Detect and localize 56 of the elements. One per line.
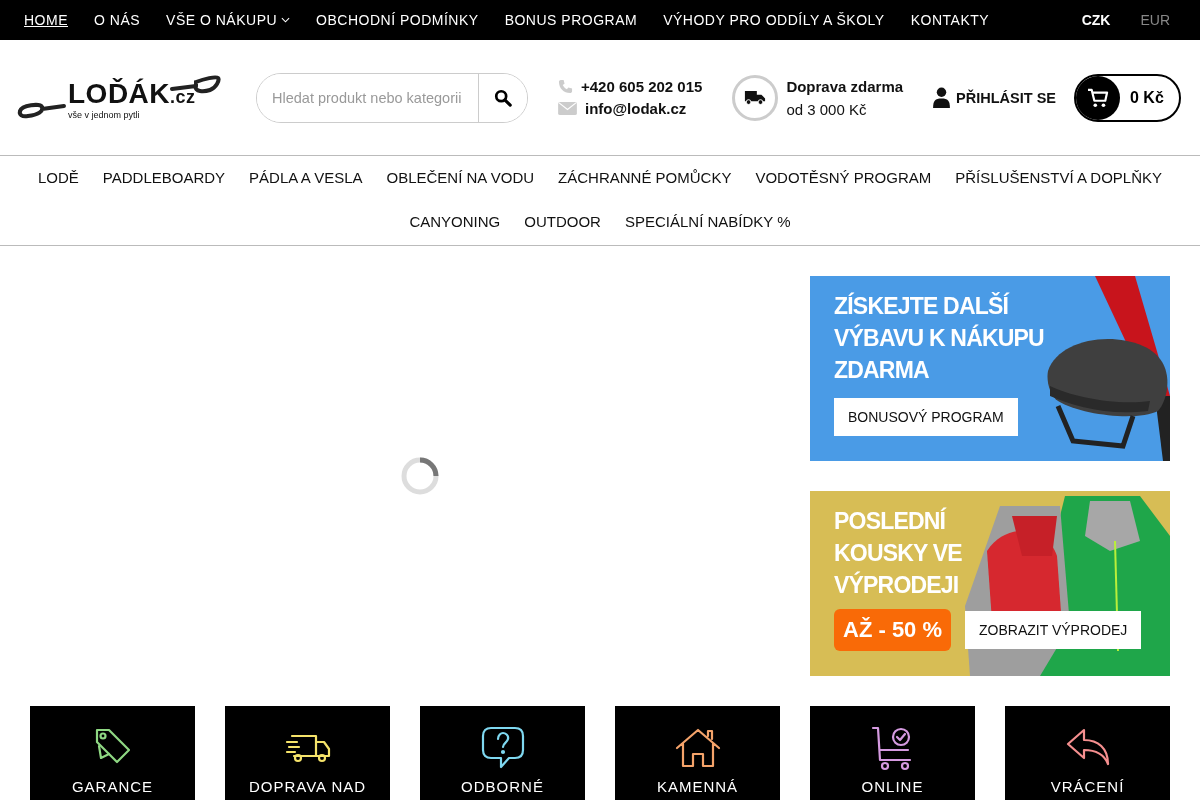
- feature-tile[interactable]: ODBORNÉ: [420, 706, 585, 800]
- envelope-icon: [558, 101, 577, 116]
- category-link[interactable]: PADDLEBOARDY: [102, 156, 226, 200]
- feature-tile[interactable]: VRÁCENÍ: [1005, 706, 1170, 800]
- feature-label: GARANCE: [71, 778, 154, 795]
- feature-tile[interactable]: GARANCE: [30, 706, 195, 800]
- cart-icon: [1087, 87, 1109, 108]
- category-link[interactable]: PÁDLA A VESLA: [249, 156, 363, 200]
- shipping-threshold: od 3 000 Kč: [786, 100, 868, 118]
- category-link[interactable]: SPECIÁLNÍ NABÍDKY %: [624, 200, 791, 244]
- search-field[interactable]: Hledat produkt nebo kategorii: [256, 72, 528, 123]
- login-link[interactable]: PŘIHLÁSIT SE: [933, 87, 1056, 108]
- shipping-title: Doprava zdarma: [786, 77, 904, 95]
- feature-tile[interactable]: ONLINE: [810, 706, 975, 800]
- logo-tagline: vše v jednom pytli: [68, 109, 141, 120]
- feature-tile[interactable]: DOPRAVA NAD: [225, 706, 390, 800]
- search-button[interactable]: [478, 73, 527, 122]
- top-nav-link[interactable]: O NÁS: [94, 12, 141, 28]
- category-link[interactable]: LODĚ: [37, 156, 79, 200]
- currency-link[interactable]: CZK: [1081, 12, 1111, 28]
- promo-banner[interactable]: POSLEDNÍ KOUSKY VE VÝPRODEJI AŽ - 50 % ZOBRAZIT VÝPRODEJ: [810, 491, 1170, 676]
- feature-label: DOPRAVA NAD: [248, 778, 367, 795]
- discount-badge: AŽ - 50 %: [834, 609, 952, 651]
- banner-headline: ZÍSKEJTE DALŠÍ VÝBAVU K NÁKUPU ZDARMA: [834, 291, 1045, 385]
- feature-label: ODBORNÉ: [461, 778, 544, 795]
- email-link[interactable]: info@lodak.cz: [585, 100, 687, 117]
- promo-banner[interactable]: ZÍSKEJTE DALŠÍ VÝBAVU K NÁKUPU ZDARMA BONUSOVÝ PROGRAM: [810, 276, 1170, 461]
- category-link[interactable]: PŘÍSLUŠENSTVÍ A DOPLŇKY: [955, 156, 1163, 200]
- feature-tile[interactable]: KAMENNÁ: [615, 706, 780, 800]
- category-link[interactable]: VODOTĚSNÝ PROGRAM: [755, 156, 932, 200]
- category-link[interactable]: CANYONING: [409, 200, 501, 244]
- feature-label: VRÁCENÍ: [1050, 778, 1125, 795]
- logo-text: LOĎÁK.cz: [68, 79, 196, 108]
- category-link[interactable]: ZÁCHRANNÉ POMŮCKY: [558, 156, 732, 200]
- feature-label: KAMENNÁ: [656, 778, 739, 795]
- top-nav-link[interactable]: HOME: [24, 12, 68, 28]
- feature-label: ONLINE: [861, 778, 924, 795]
- banner-headline: POSLEDNÍ KOUSKY VE VÝPRODEJI: [834, 506, 963, 600]
- delivery-truck-icon: [732, 74, 779, 121]
- top-nav-link[interactable]: OBCHODNÍ PODMÍNKY: [316, 12, 479, 28]
- phone-icon: [558, 79, 573, 94]
- phone-number[interactable]: +420 605 202 015: [581, 78, 703, 95]
- top-nav-link[interactable]: VŠE O NÁKUPU: [166, 12, 291, 28]
- loading-spinner-icon: [400, 456, 440, 496]
- banner-button[interactable]: BONUSOVÝ PROGRAM: [834, 398, 1018, 436]
- user-icon: [933, 87, 951, 108]
- banner-button[interactable]: ZOBRAZIT VÝPRODEJ: [965, 611, 1142, 649]
- category-link[interactable]: OUTDOOR: [524, 200, 601, 244]
- search-icon: [494, 88, 512, 107]
- cart-button[interactable]: 0 Kč: [1074, 73, 1181, 122]
- category-link[interactable]: OBLEČENÍ NA VODU: [386, 156, 535, 200]
- currency-link[interactable]: EUR: [1140, 12, 1170, 28]
- top-nav-link[interactable]: VÝHODY PRO ODDÍLY A ŠKOLY: [663, 12, 885, 28]
- top-nav-link[interactable]: KONTAKTY: [910, 12, 990, 28]
- top-nav-link[interactable]: BONUS PROGRAM: [504, 12, 638, 28]
- logo[interactable]: LOĎÁK.cz vše v jednom pytli: [16, 74, 226, 121]
